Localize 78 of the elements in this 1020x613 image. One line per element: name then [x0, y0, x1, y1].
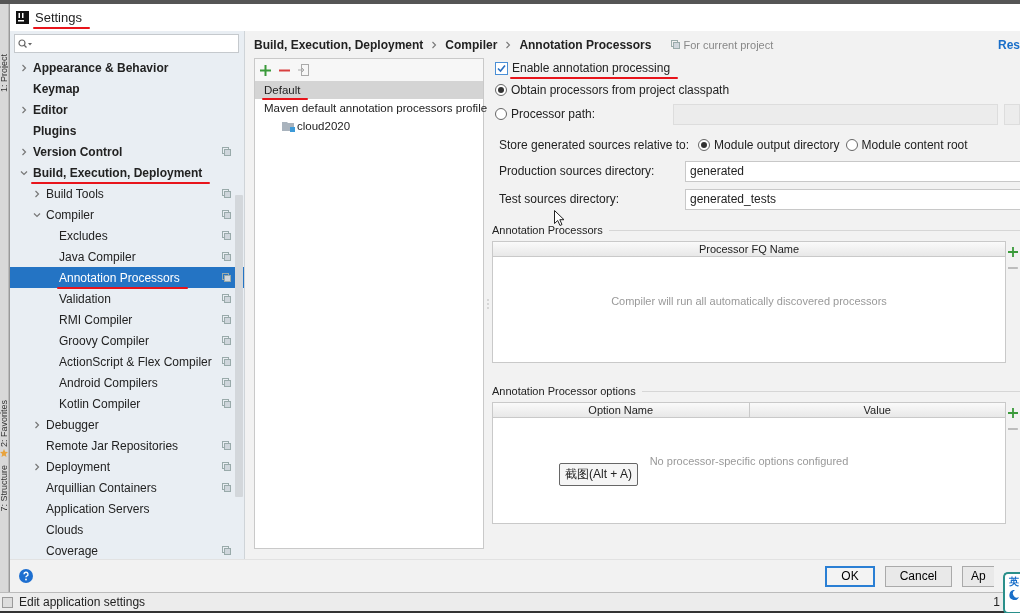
tree-item[interactable]: Coverage: [10, 540, 244, 559]
tree-item[interactable]: Plugins: [10, 120, 244, 141]
radio-label: Obtain processors from project classpath: [511, 83, 730, 97]
radio-label: Processor path:: [511, 107, 596, 121]
breadcrumb-item: Build, Execution, Deployment: [254, 37, 424, 52]
tree-item[interactable]: Validation: [10, 288, 244, 309]
input-field[interactable]: generated_tests: [685, 188, 1020, 210]
column-header[interactable]: Option Name: [493, 403, 749, 417]
tooltip: 截图(Alt + A): [559, 463, 638, 486]
radio-button[interactable]: [495, 108, 507, 120]
tree-item[interactable]: Kotlin Compiler: [10, 393, 244, 414]
tree-item[interactable]: Build, Execution, Deployment: [10, 162, 244, 183]
ime-mode: 英: [1008, 575, 1019, 588]
tree-item[interactable]: Clouds: [10, 519, 244, 540]
field-label: Store generated sources relative to:: [499, 138, 690, 152]
radio-button[interactable]: [845, 139, 858, 151]
group-title: Annotation Processors: [492, 224, 603, 236]
tree-item[interactable]: Groovy Compiler: [10, 330, 244, 351]
panel-toggle-icon: [2, 596, 13, 608]
tree-item[interactable]: Debugger: [10, 414, 244, 435]
profile-item[interactable]: cloud2020: [255, 117, 483, 135]
field-label: Production sources directory:: [499, 164, 656, 178]
folder-icon: [282, 120, 296, 132]
column-header[interactable]: Value: [748, 403, 1005, 417]
breadcrumb-item: Compiler: [445, 37, 498, 52]
add-icon: [260, 64, 271, 76]
tree-item[interactable]: ActionScript & Flex Compiler: [10, 351, 244, 372]
tree-item[interactable]: Remote Jar Repositories: [10, 435, 244, 456]
moon-icon: [1008, 590, 1019, 600]
scrollbar-thumb[interactable]: [235, 195, 243, 497]
tree-item[interactable]: Android Compilers: [10, 372, 244, 393]
tree-item[interactable]: Application Servers: [10, 498, 244, 519]
profile-item[interactable]: Default: [255, 81, 483, 99]
tree-item[interactable]: Deployment: [10, 456, 244, 477]
copy-icon: [671, 40, 681, 49]
reset-link[interactable]: Res: [998, 37, 1020, 52]
radio-label: Module output directory: [714, 138, 840, 152]
breadcrumb-item: Annotation Processors: [519, 37, 652, 52]
add-icon: [1008, 247, 1018, 257]
chevron-icon: [431, 40, 438, 49]
tree-item[interactable]: Build Tools: [10, 183, 244, 204]
status-item: 1: [993, 595, 1000, 609]
empty-text: No processor-specific options configured: [649, 455, 849, 469]
star-icon: [0, 449, 8, 458]
checkbox-label: Enable annotation processing: [512, 61, 671, 75]
checkbox[interactable]: [495, 61, 508, 75]
chevron-icon: [505, 40, 512, 49]
dialog-button[interactable]: OK: [825, 565, 875, 587]
status-text: Edit application settings: [19, 595, 146, 609]
dialog-button[interactable]: Ap: [962, 565, 994, 587]
pointer-icon: [554, 210, 564, 226]
dialog-button[interactable]: Cancel: [884, 565, 952, 587]
field-label: Test sources directory:: [499, 192, 621, 206]
help-icon: [19, 569, 33, 583]
tree-item[interactable]: Compiler: [10, 204, 244, 225]
add-icon: [1008, 408, 1018, 418]
tree-item[interactable]: Arquillian Containers: [10, 477, 244, 498]
scope-note: For current project: [683, 38, 774, 51]
import-icon: [298, 64, 309, 76]
tree-item[interactable]: Keymap: [10, 78, 244, 99]
search-field[interactable]: [14, 34, 239, 53]
radio-button[interactable]: [698, 139, 711, 151]
tree-item[interactable]: RMI Compiler: [10, 309, 244, 330]
search-icon: [18, 38, 32, 49]
radio-label: Module content root: [861, 138, 968, 152]
column-header[interactable]: Processor FQ Name: [493, 242, 1005, 256]
empty-text: Compiler will run all automatically discovered processors: [611, 295, 887, 309]
radio-button[interactable]: [495, 84, 507, 96]
tree-item[interactable]: Annotation Processors: [10, 267, 244, 288]
group-title: Annotation Processor options: [492, 385, 636, 397]
tree-item[interactable]: Version Control: [10, 141, 244, 162]
app-logo-icon: [16, 11, 29, 24]
tree-item[interactable]: Appearance & Behavior: [10, 57, 244, 78]
tree-item[interactable]: Java Compiler: [10, 246, 244, 267]
tree-item[interactable]: Editor: [10, 99, 244, 120]
window-title: Settings: [35, 10, 82, 25]
input-field[interactable]: generated: [685, 160, 1020, 182]
tree-item[interactable]: Excludes: [10, 225, 244, 246]
